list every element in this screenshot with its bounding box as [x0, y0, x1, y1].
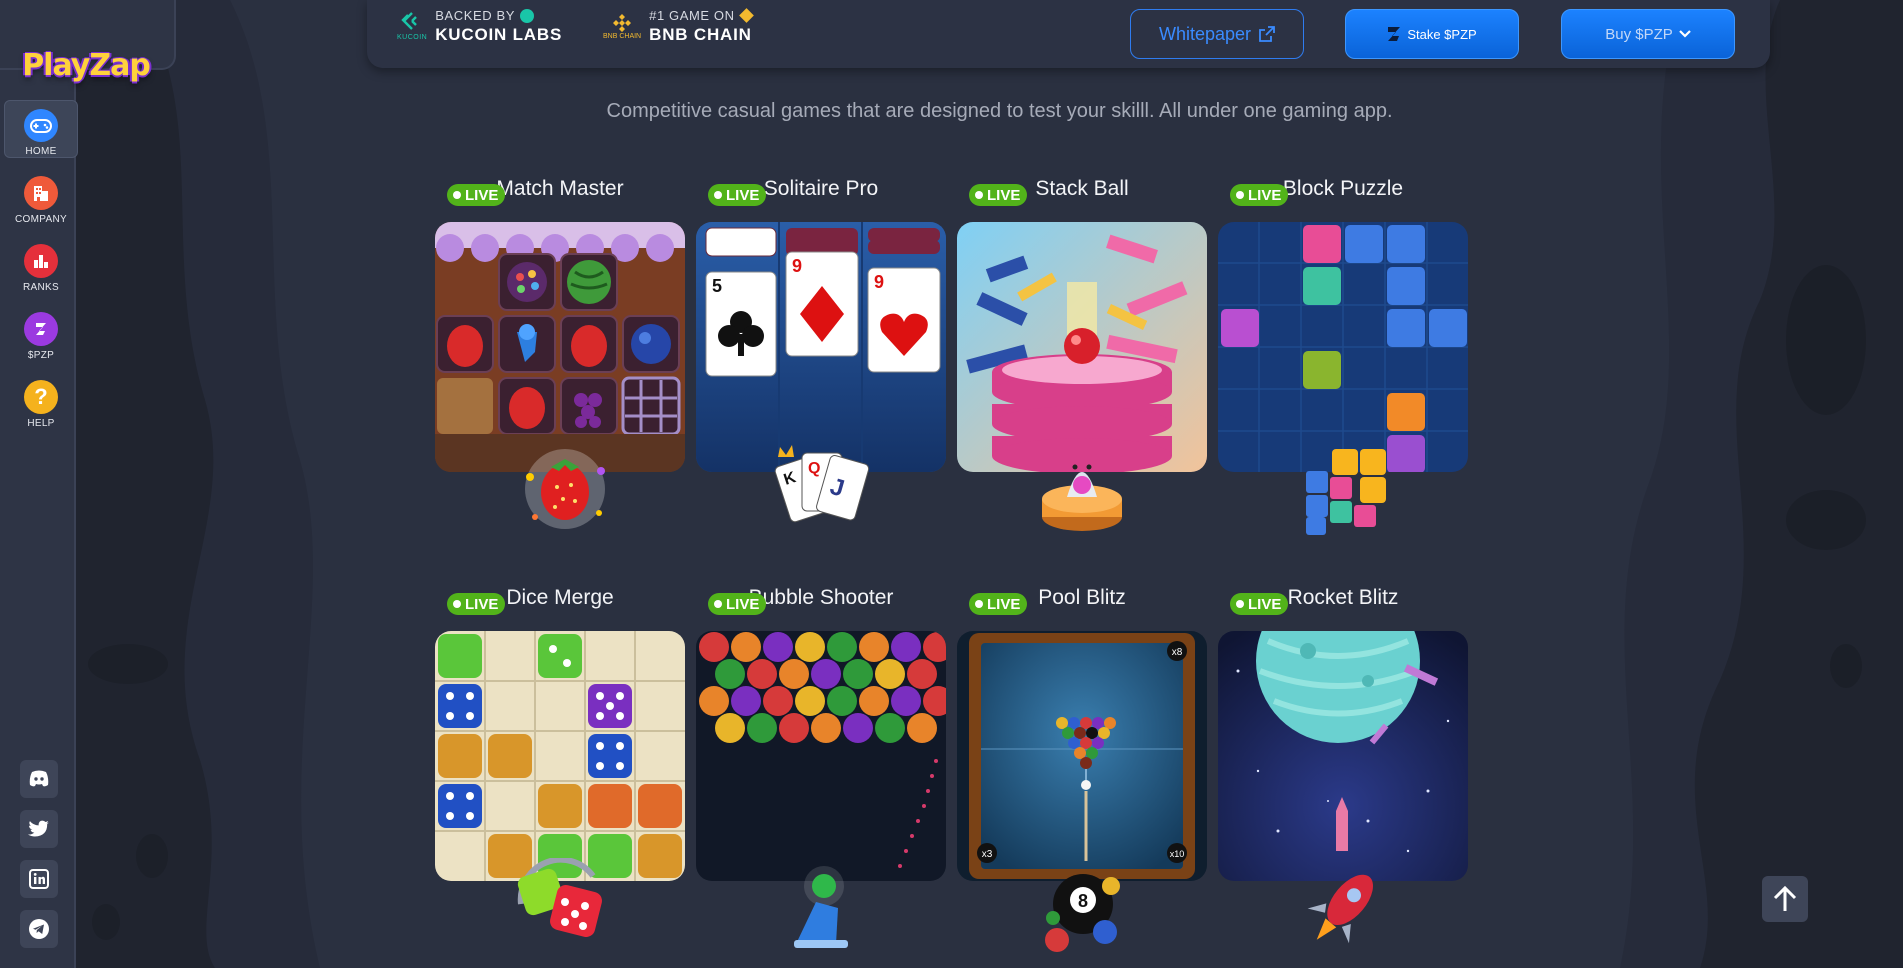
question-icon: ? [24, 380, 58, 414]
pool-multiplier-top-right: x8 [1172, 647, 1183, 658]
game-thumbnail[interactable] [1218, 222, 1468, 472]
bnb-badge-icon [738, 8, 754, 23]
backer2-big: BNB CHAIN [649, 25, 752, 44]
game-thumbnail[interactable]: x8 x3 x10 [957, 631, 1207, 881]
arrow-up-icon [1773, 885, 1797, 911]
pool-multiplier-bottom-right: x10 [1170, 849, 1185, 859]
live-badge: LIVE [708, 593, 767, 615]
stake-label: Stake $PZP [1407, 26, 1477, 42]
sidebar-item-label: HELP [27, 418, 55, 429]
game-thumbnail[interactable] [957, 222, 1207, 472]
top-bar: KUCOIN BACKED BY KUCOIN LABS BNB CHAIN #… [367, 0, 1770, 68]
tagline: Competitive casual games that are design… [606, 100, 1393, 122]
stack-ball-mascot-icon [1042, 464, 1122, 531]
live-badge: LIVE [969, 593, 1028, 615]
dice-mascot-icon [517, 858, 602, 937]
backer2-small: #1 GAME ON [649, 8, 754, 23]
twitter-icon[interactable] [20, 810, 58, 848]
playing-cards-mascot-icon: K Q J [774, 445, 870, 523]
live-badge: LIVE [447, 593, 506, 615]
whitepaper-label: Whitepaper [1158, 23, 1252, 44]
pzp-token-icon [1388, 27, 1401, 41]
playzap-page: PlayZap HOME COMPANY RANKS $PZP ? HELP K… [0, 0, 1903, 968]
kucoin-badge-icon [520, 8, 535, 23]
live-badge: LIVE [1230, 184, 1289, 206]
game-thumbnail[interactable] [435, 222, 685, 472]
telegram-icon[interactable] [20, 910, 58, 948]
card-rank: 9 [792, 256, 802, 276]
game-thumbnail[interactable]: 5 9 9 [696, 222, 946, 472]
whitepaper-button[interactable]: Whitepaper [1130, 9, 1304, 59]
bnb-logo: BNB CHAIN [603, 13, 641, 40]
game-thumbnail[interactable] [1218, 631, 1468, 881]
logo-text: PlayZap [22, 47, 151, 83]
live-badge: LIVE [708, 184, 767, 206]
buy-dropdown-button[interactable]: Buy $PZP [1561, 9, 1735, 59]
sidebar-item-ranks[interactable]: RANKS [4, 236, 78, 294]
playzap-logo[interactable]: PlayZap [20, 32, 152, 98]
eight-ball-number: 8 [1078, 891, 1088, 911]
pool-multiplier-bottom-left: x3 [982, 849, 993, 860]
rocket-mascot-icon [1307, 874, 1373, 944]
buy-label: Buy $PZP [1605, 25, 1673, 43]
bar-chart-icon [24, 244, 58, 278]
kucoin-logo: KUCOIN [397, 12, 427, 41]
external-link-icon [1259, 26, 1275, 42]
card-rank: 9 [874, 272, 884, 292]
live-badge: LIVE [1230, 593, 1289, 615]
background-waves [0, 0, 1903, 968]
scroll-to-top-button[interactable] [1762, 876, 1808, 922]
card-rank: 5 [712, 276, 722, 296]
pzp-token-icon [24, 312, 58, 346]
live-badge: LIVE [969, 184, 1028, 206]
kucoin-text: BACKED BY KUCOIN LABS [435, 8, 562, 45]
bnb-text: #1 GAME ON BNB CHAIN [649, 8, 754, 45]
card-rank: Q [808, 460, 820, 477]
strawberry-mascot-icon [525, 449, 605, 529]
bnb-backer: BNB CHAIN #1 GAME ON BNB CHAIN [603, 8, 754, 45]
stake-button[interactable]: Stake $PZP [1345, 9, 1519, 59]
game-thumbnail[interactable] [696, 631, 946, 881]
blocks-mascot-icon [1306, 449, 1386, 535]
sidebar-item-label: COMPANY [15, 214, 67, 225]
building-icon [24, 176, 58, 210]
sidebar-item-label: RANKS [23, 282, 59, 293]
sidebar-item-help[interactable]: ? HELP [4, 372, 78, 430]
sidebar-item-label: HOME [25, 146, 57, 157]
sidebar-item-pzp[interactable]: $PZP [4, 304, 78, 362]
sidebar-item-company[interactable]: COMPANY [4, 168, 78, 226]
sidebar-item-label: $PZP [27, 350, 55, 361]
backer1-big: KUCOIN LABS [435, 25, 563, 44]
linkedin-icon[interactable] [20, 860, 58, 898]
discord-icon[interactable] [20, 760, 58, 798]
live-badge: LIVE [447, 184, 506, 206]
bubble-cannon-mascot-icon [794, 866, 848, 948]
kucoin-backer: KUCOIN BACKED BY KUCOIN LABS [397, 8, 562, 45]
eight-ball-mascot-icon: 8 [1045, 874, 1120, 952]
backer1-small: BACKED BY [435, 8, 562, 23]
chevron-down-icon [1678, 30, 1691, 38]
game-thumbnail[interactable] [435, 631, 685, 881]
